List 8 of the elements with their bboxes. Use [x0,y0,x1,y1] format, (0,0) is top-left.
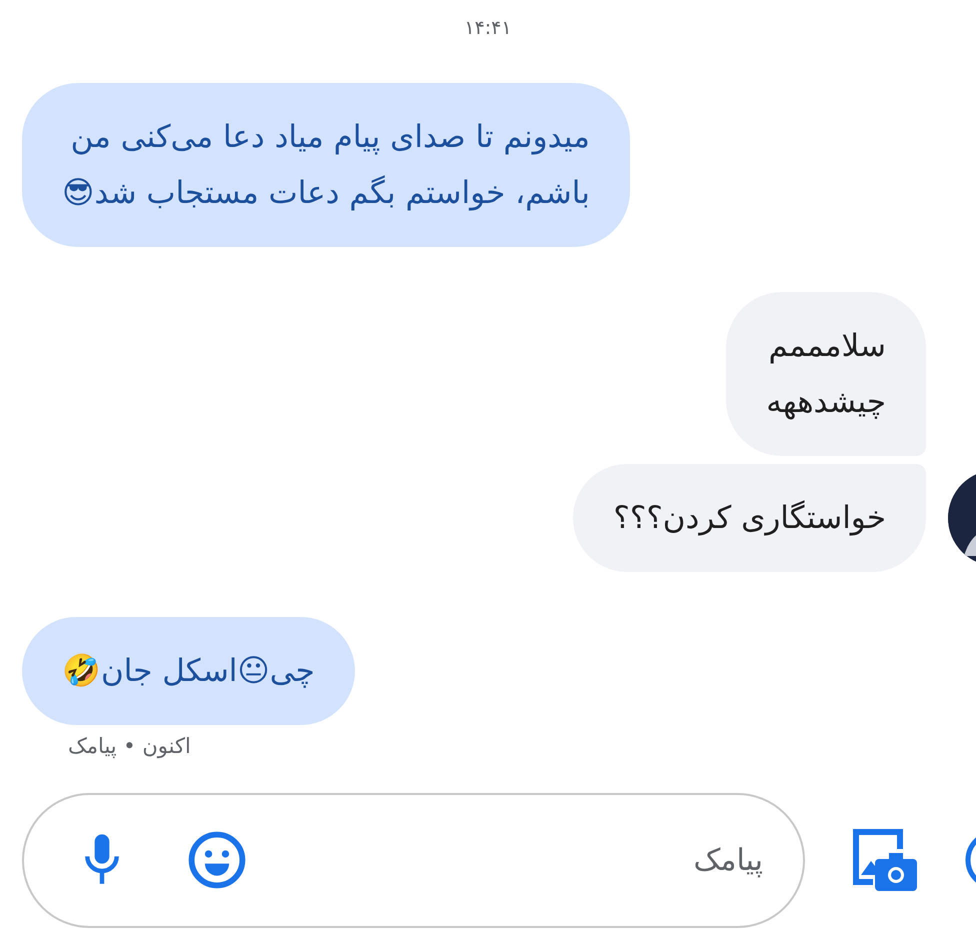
message-bubble: سلامممم چیشدههه [726,292,926,456]
message-status: اکنون • پیامک [68,734,191,758]
message-field[interactable]: پیامک [22,792,805,928]
message-bubble: میدونم تا صدای پیام میاد دعا می‌کنی من باشم، خواستم بگم دعات مستجاب شد😎 [22,83,630,247]
smiley-icon[interactable] [188,831,246,889]
timestamp: ۱۴:۴۱ [464,17,512,39]
message-bubble: چی😐اسکل جان🤣 [22,617,355,725]
message-bubble: خواستگاری کردن؟؟؟ [573,464,926,572]
